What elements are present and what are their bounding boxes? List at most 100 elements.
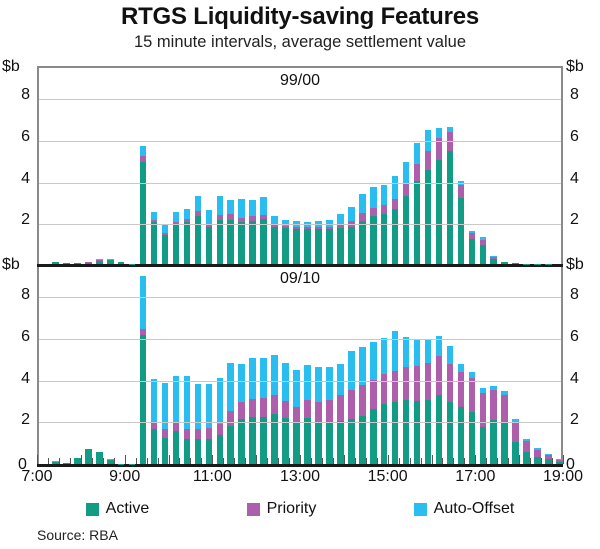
bar-segment-auto-offset (172, 375, 180, 424)
x-tick (387, 455, 389, 464)
bar-segment-active (271, 413, 278, 464)
x-tick (497, 458, 499, 464)
bar-segment-active (95, 261, 103, 264)
plot-area-99-00 (39, 68, 561, 264)
x-tick (453, 458, 455, 464)
bar-segment-active (183, 438, 191, 464)
x-tick (464, 458, 466, 464)
bar-stack (402, 337, 410, 464)
legend-item-active[interactable]: Active (85, 500, 149, 518)
bar-segment-auto-offset (260, 358, 267, 399)
x-tick (168, 455, 170, 464)
legend-label: Priority (266, 500, 317, 517)
gridline (39, 297, 561, 299)
bar-stack (249, 199, 256, 264)
bar-segment-active (227, 220, 235, 264)
y-tick-label: 2 (21, 211, 30, 229)
bar-segment-active (413, 180, 421, 264)
bar-stack (52, 461, 59, 464)
x-tick (69, 458, 71, 464)
bar-segment-active (479, 426, 487, 464)
x-tick (223, 458, 225, 464)
bar-stack (205, 384, 213, 464)
bar-stack (74, 457, 81, 464)
y-tick-label: 6 (21, 327, 30, 345)
bar-segment-priority (249, 398, 256, 418)
y-axis-unit-top-right: $b (566, 58, 584, 75)
bar-stack (183, 209, 191, 264)
bar-segment-active (63, 462, 70, 464)
bar-segment-priority (468, 378, 476, 412)
bar-segment-priority (337, 395, 344, 421)
bar-segment-active (304, 229, 311, 264)
x-tick (47, 458, 49, 464)
bar-segment-active (391, 401, 399, 464)
bar-segment-active (227, 426, 235, 464)
bar-segment-auto-offset (249, 199, 256, 217)
legend-item-priority[interactable]: Priority (246, 500, 317, 518)
bar-stack (150, 378, 158, 464)
bar-segment-active (161, 437, 169, 464)
bar-segment-priority (534, 450, 541, 458)
legend-swatch-priority-icon (246, 502, 260, 516)
bar-segment-auto-offset (348, 351, 355, 390)
bar-stack (117, 261, 125, 264)
bar-segment-active (457, 407, 465, 464)
bar-segment-auto-offset (150, 211, 158, 221)
x-tick (541, 458, 543, 464)
bar-segment-auto-offset (326, 366, 333, 400)
bar-segment-priority (512, 421, 519, 443)
legend-item-auto-offset[interactable]: Auto-Offset (413, 500, 514, 518)
bar-segment-active (490, 258, 498, 264)
bar-segment-priority (271, 394, 278, 414)
bar-segment-auto-offset (249, 357, 256, 399)
bar-segment-auto-offset (227, 200, 235, 215)
bar-segment-active (402, 195, 410, 264)
bar-segment-active (205, 438, 213, 464)
bar-segment-priority (150, 422, 158, 429)
gridline (39, 422, 561, 424)
bar-segment-active (249, 417, 256, 464)
bar-segment-auto-offset (358, 346, 366, 385)
bar-stack (435, 127, 443, 264)
bar-stack (402, 161, 410, 264)
bar-segment-priority (501, 395, 508, 422)
x-tick (256, 455, 258, 464)
x-tick (267, 458, 269, 464)
bar-segment-active (271, 226, 278, 264)
bar-stack (380, 338, 388, 464)
bar-stack (172, 211, 180, 264)
bar-segment-active (260, 417, 267, 464)
bar-stack (490, 256, 498, 264)
bar-segment-priority (424, 363, 432, 401)
bar-segment-active (139, 334, 147, 464)
bar-segment-active (380, 403, 388, 464)
bar-stack (216, 196, 224, 264)
bar-segment-priority (216, 423, 224, 436)
x-axis-label: 17:00 (455, 468, 496, 485)
bar-stack (446, 127, 454, 264)
bar-stack (424, 129, 432, 264)
bar-stack (271, 215, 278, 264)
axis-line-bottom (37, 464, 563, 467)
bar-segment-active (194, 215, 202, 264)
x-tick (519, 455, 521, 464)
bar-segment-priority (523, 440, 530, 452)
bar-segment-priority (315, 402, 322, 422)
bar-segment-auto-offset (358, 194, 366, 214)
bar-stack (304, 221, 311, 264)
bar-segment-auto-offset (391, 176, 399, 199)
bar-segment-priority (369, 207, 377, 217)
bar-segment-active (337, 420, 344, 464)
x-tick (442, 458, 444, 464)
bar-segment-priority (304, 400, 311, 419)
bar-segment-auto-offset (216, 377, 224, 424)
bar-segment-active (205, 226, 213, 264)
x-tick (245, 458, 247, 464)
bar-stack (293, 221, 300, 264)
bar-segment-active (172, 224, 180, 264)
bar-segment-priority (369, 379, 377, 410)
panel-label-09-10: 09/10 (279, 270, 321, 287)
bar-segment-active (556, 462, 563, 464)
x-tick (365, 458, 367, 464)
